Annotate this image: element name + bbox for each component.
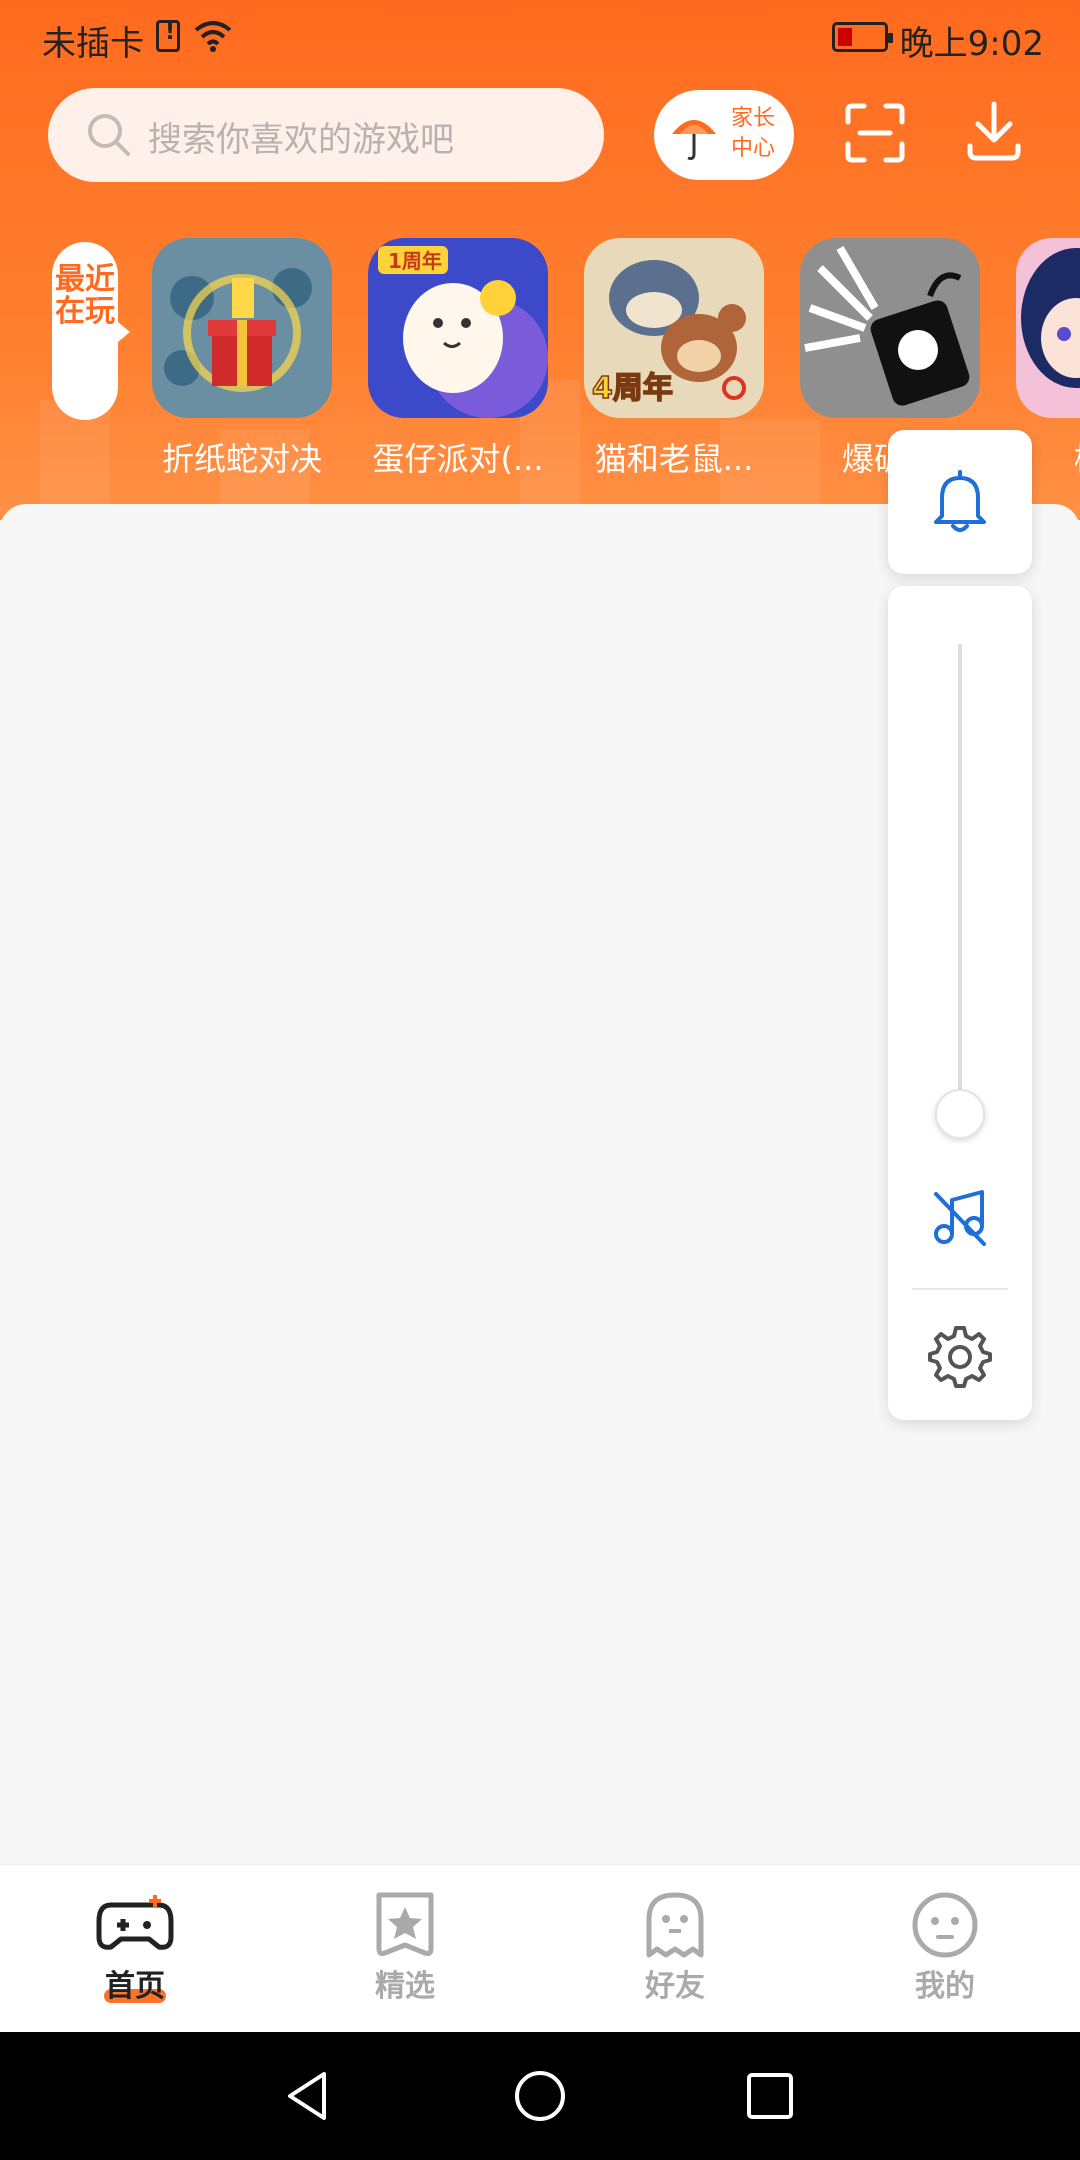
snake-game-icon [152, 238, 332, 418]
svg-text:1周年: 1周年 [388, 249, 442, 273]
parent-center-line2: 中心 [730, 136, 775, 161]
system-nav-bar [0, 2032, 1080, 2160]
nav-item-friends[interactable]: 好友 [540, 1865, 810, 2033]
settings-icon[interactable] [928, 1324, 992, 1388]
volume-panel [888, 586, 1032, 1420]
ghost-icon [646, 1892, 704, 1958]
nav-label-home: 首页 [105, 1969, 165, 2004]
sakura-icon [1016, 238, 1080, 418]
download-icon[interactable] [966, 100, 1022, 164]
volume-slider-track[interactable] [958, 644, 962, 1114]
wifi-icon [194, 21, 232, 52]
game-name: 猫和老鼠... [594, 440, 754, 478]
home-icon[interactable] [512, 2068, 568, 2124]
umbrella-icon [672, 120, 716, 160]
clock: 晚上9:02 [899, 24, 1044, 64]
star-bookmark-icon [376, 1892, 434, 1956]
scan-icon[interactable] [844, 102, 906, 164]
nav-item-featured[interactable]: 精选 [270, 1865, 540, 2033]
parent-center-line1: 家长 [730, 106, 775, 131]
svg-text:4周年: 4周年 [592, 371, 673, 406]
nav-label-mine: 我的 [915, 1969, 975, 2004]
sim-alert-icon [156, 20, 180, 52]
parent-center-button[interactable]: 家长 中心 [654, 90, 794, 180]
bottom-nav: 首页 精选 好友 我的 [0, 1864, 1080, 2032]
volume-slider-thumb[interactable] [935, 1089, 985, 1139]
battery-icon [832, 22, 893, 52]
game-name: 蛋仔派对(... [372, 440, 544, 478]
notification-toggle[interactable] [888, 430, 1032, 574]
search-placeholder: 搜索你喜欢的游戏吧 [148, 120, 454, 160]
search-bar[interactable]: 搜索你喜欢的游戏吧 [48, 88, 604, 182]
recents-icon[interactable] [742, 2068, 798, 2124]
nav-item-home[interactable]: 首页 [0, 1865, 270, 2033]
panel-divider [912, 1288, 1008, 1290]
eggy-party-icon: 1周年 [368, 238, 548, 418]
search-icon [88, 114, 130, 156]
back-icon[interactable] [280, 2068, 336, 2124]
music-off-icon[interactable] [930, 1186, 990, 1248]
carrier-label: 未插卡 [42, 24, 144, 64]
parent-center-label: 家长 中心 [722, 104, 784, 164]
nav-item-mine[interactable]: 我的 [810, 1865, 1080, 2033]
tom-jerry-icon: 4周年 [584, 238, 764, 418]
gamepad-icon [96, 1895, 174, 1950]
game-name: 折纸蛇对决 [161, 440, 322, 478]
nav-label-featured: 精选 [375, 1969, 435, 2004]
app-screen: 未插卡 晚上9:02 搜索你喜欢的游戏吧 家长 中心 [0, 0, 1080, 2160]
nav-label-friends: 好友 [645, 1969, 705, 2004]
bell-icon [934, 470, 986, 532]
demolition-icon [800, 238, 980, 418]
smiley-icon [912, 1892, 978, 1958]
status-bar: 未插卡 晚上9:02 [0, 0, 1080, 76]
